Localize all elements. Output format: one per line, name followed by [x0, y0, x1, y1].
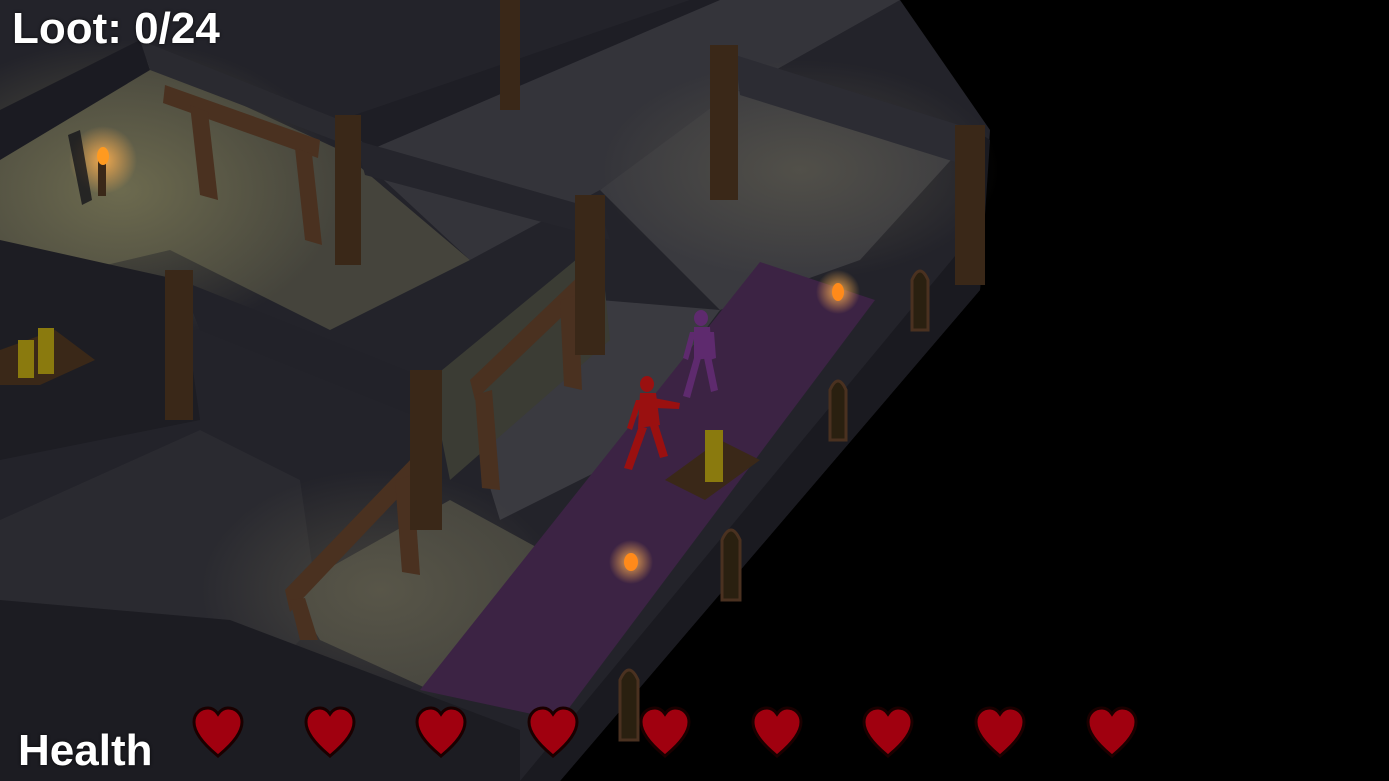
torch-right [816, 270, 860, 314]
game-scene [0, 0, 1000, 781]
health-label: Health [18, 726, 153, 775]
torch-lower [609, 540, 653, 584]
loot-counter: Loot: 0/24 [12, 4, 220, 53]
